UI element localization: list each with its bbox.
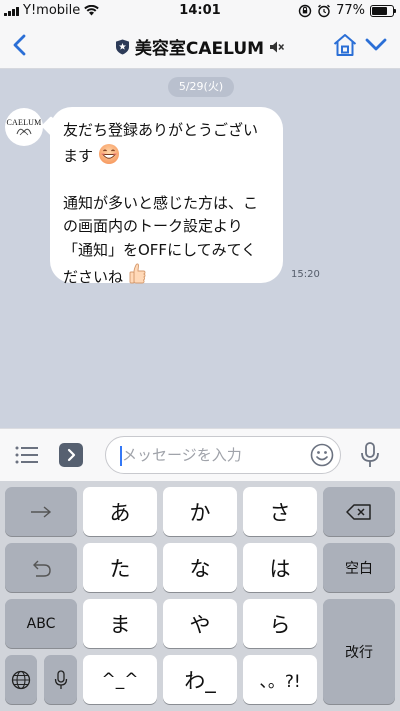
message-line: 通知が多いと感じた方は、こ — [63, 193, 259, 212]
kana-key-ma[interactable]: ま — [83, 599, 157, 648]
kana-key-sa[interactable]: さ — [243, 487, 317, 536]
chat-area[interactable]: 5/29(火) CAELUM 友だち登録ありがとうござい ます 通知が多いと感じ… — [0, 69, 400, 428]
expand-toolbar-button[interactable] — [59, 443, 83, 467]
message-input[interactable] — [122, 444, 292, 466]
delete-key[interactable] — [323, 487, 395, 536]
message-line: 「通知」をOFFにしてみてく — [63, 240, 257, 259]
rotation-lock-icon — [298, 4, 312, 17]
next-candidate-key[interactable] — [5, 487, 77, 536]
abc-key-label: ABC — [26, 615, 56, 632]
grinning-face-emoji-icon — [98, 143, 119, 164]
microphone-icon[interactable] — [359, 441, 381, 469]
chat-title-text: 美容室CAELUM — [134, 39, 265, 59]
message-field[interactable] — [105, 436, 341, 474]
backspace-icon — [346, 503, 371, 520]
globe-icon — [11, 670, 31, 689]
undo-key[interactable] — [5, 543, 77, 592]
kana-key-ya[interactable]: や — [163, 599, 237, 648]
message-line-with-emoji: ださいね — [63, 262, 271, 290]
shield-icon — [115, 39, 129, 54]
logo-mark-icon — [16, 128, 32, 136]
message-line: 友だち登録ありがとうござい — [63, 121, 259, 139]
return-key[interactable]: 改行 — [323, 599, 395, 704]
home-icon[interactable] — [332, 32, 358, 58]
message-line: ます — [63, 146, 94, 165]
chat-header: 美容室CAELUM — [0, 22, 400, 69]
punctuation-key[interactable]: 、。?! — [243, 655, 317, 704]
message-line: ださいね — [63, 268, 124, 286]
alarm-icon — [318, 4, 331, 17]
keyboard: あ か さ た な は 空白 ABC ま や ら 改行 ^_^ わ_ 、。?! — [0, 481, 400, 711]
avatar-text: CAELUM — [6, 118, 42, 127]
kana-key-ta[interactable]: た — [83, 543, 157, 592]
kana-key-wa[interactable]: わ_ — [163, 655, 237, 704]
message-line-with-emoji: ます — [63, 143, 271, 169]
date-separator: 5/29(火) — [168, 77, 234, 97]
thumbs-up-emoji-icon — [129, 263, 146, 284]
message-line — [63, 168, 271, 192]
space-key[interactable]: 空白 — [323, 543, 395, 592]
kana-key-ra[interactable]: ら — [243, 599, 317, 648]
message-input-bar — [0, 428, 400, 481]
globe-key[interactable] — [5, 655, 37, 704]
chevron-right-icon — [67, 448, 76, 462]
message-timestamp: 15:20 — [291, 269, 320, 280]
battery-icon — [370, 4, 396, 17]
avatar[interactable]: CAELUM — [5, 108, 43, 146]
status-right: 77% — [298, 3, 396, 18]
status-bar: Y!mobile 14:01 77% — [0, 0, 400, 22]
return-key-label: 改行 — [345, 644, 373, 661]
kana-key-na[interactable]: な — [163, 543, 237, 592]
chevron-down-icon[interactable] — [364, 35, 388, 55]
undo-icon — [33, 560, 51, 577]
arrow-right-icon — [31, 505, 52, 518]
kana-key-ka[interactable]: か — [163, 487, 237, 536]
space-key-label: 空白 — [345, 560, 373, 577]
emoji-smile-icon[interactable] — [310, 443, 334, 467]
kana-key-ha[interactable]: は — [243, 543, 317, 592]
menu-icon[interactable] — [15, 446, 38, 464]
abc-key[interactable]: ABC — [5, 599, 77, 648]
dictation-key[interactable] — [44, 655, 77, 704]
battery-percent: 77% — [336, 3, 365, 18]
message-bubble[interactable]: 友だち登録ありがとうござい ます 通知が多いと感じた方は、こ の画面内のトーク設… — [50, 107, 283, 286]
kana-key-a[interactable]: あ — [83, 487, 157, 536]
kana-key-emoticon[interactable]: ^_^ — [83, 655, 157, 704]
microphone-icon — [54, 669, 67, 689]
mute-icon — [270, 41, 285, 52]
message-line: の画面内のトーク設定より — [63, 217, 243, 235]
